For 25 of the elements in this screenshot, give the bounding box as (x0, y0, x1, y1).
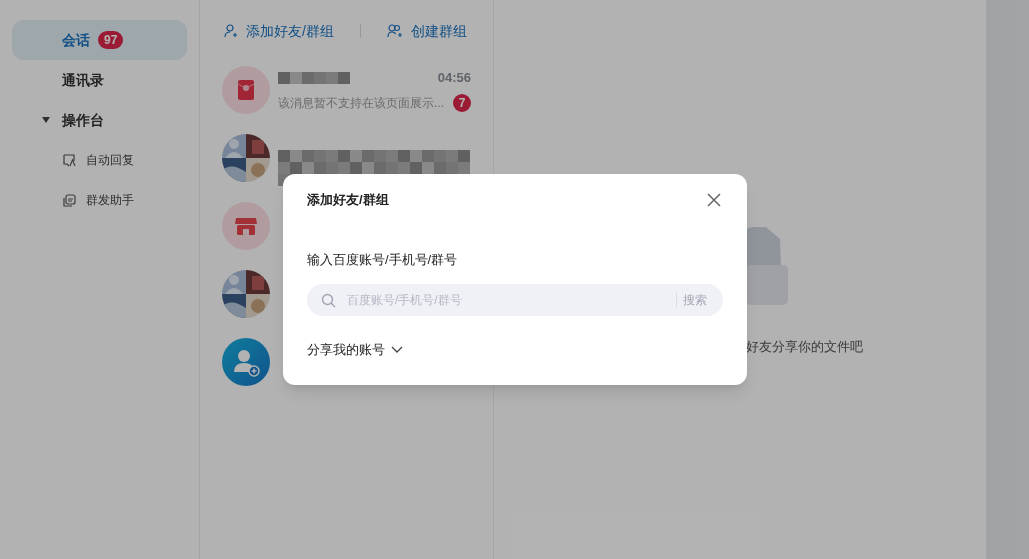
sidebar-subitem[interactable]: 自动回复 (12, 140, 187, 180)
close-icon[interactable] (707, 192, 721, 207)
empty-state-text: 好友分享你的文件吧 (746, 338, 863, 356)
sidebar-item[interactable]: 操作台 (12, 100, 187, 140)
unread-badge: 7 (453, 94, 471, 112)
add-person-icon (224, 24, 238, 38)
sidebar-item[interactable]: 通讯录 (12, 60, 187, 100)
add-friend-button[interactable]: 添加好友/群组 (224, 20, 334, 42)
sidebar-item[interactable]: 会话 97 (12, 20, 187, 60)
create-group-button[interactable]: 创建群组 (386, 20, 467, 42)
stacked-messages-icon (63, 193, 76, 207)
sidebar-subitem[interactable]: 群发助手 (12, 180, 187, 220)
chat-letter-icon (63, 153, 76, 167)
add-group-icon (386, 24, 403, 38)
message-time: 04:56 (437, 69, 471, 88)
expand-triangle-icon[interactable] (42, 117, 50, 123)
share-account-toggle[interactable]: 分享我的账号 (307, 340, 403, 360)
unread-badge: 97 (98, 31, 124, 49)
envelope-avatar-icon (222, 66, 270, 114)
shop-avatar-icon (222, 202, 270, 250)
add-user-avatar-icon (222, 338, 270, 386)
message-preview: 该消息暂不支持在该页面展示... (278, 95, 444, 112)
dialog-title: 添加好友/群组 (307, 191, 389, 209)
search-icon (321, 292, 336, 308)
search-label: 输入百度账号/手机号/群号 (307, 250, 459, 269)
